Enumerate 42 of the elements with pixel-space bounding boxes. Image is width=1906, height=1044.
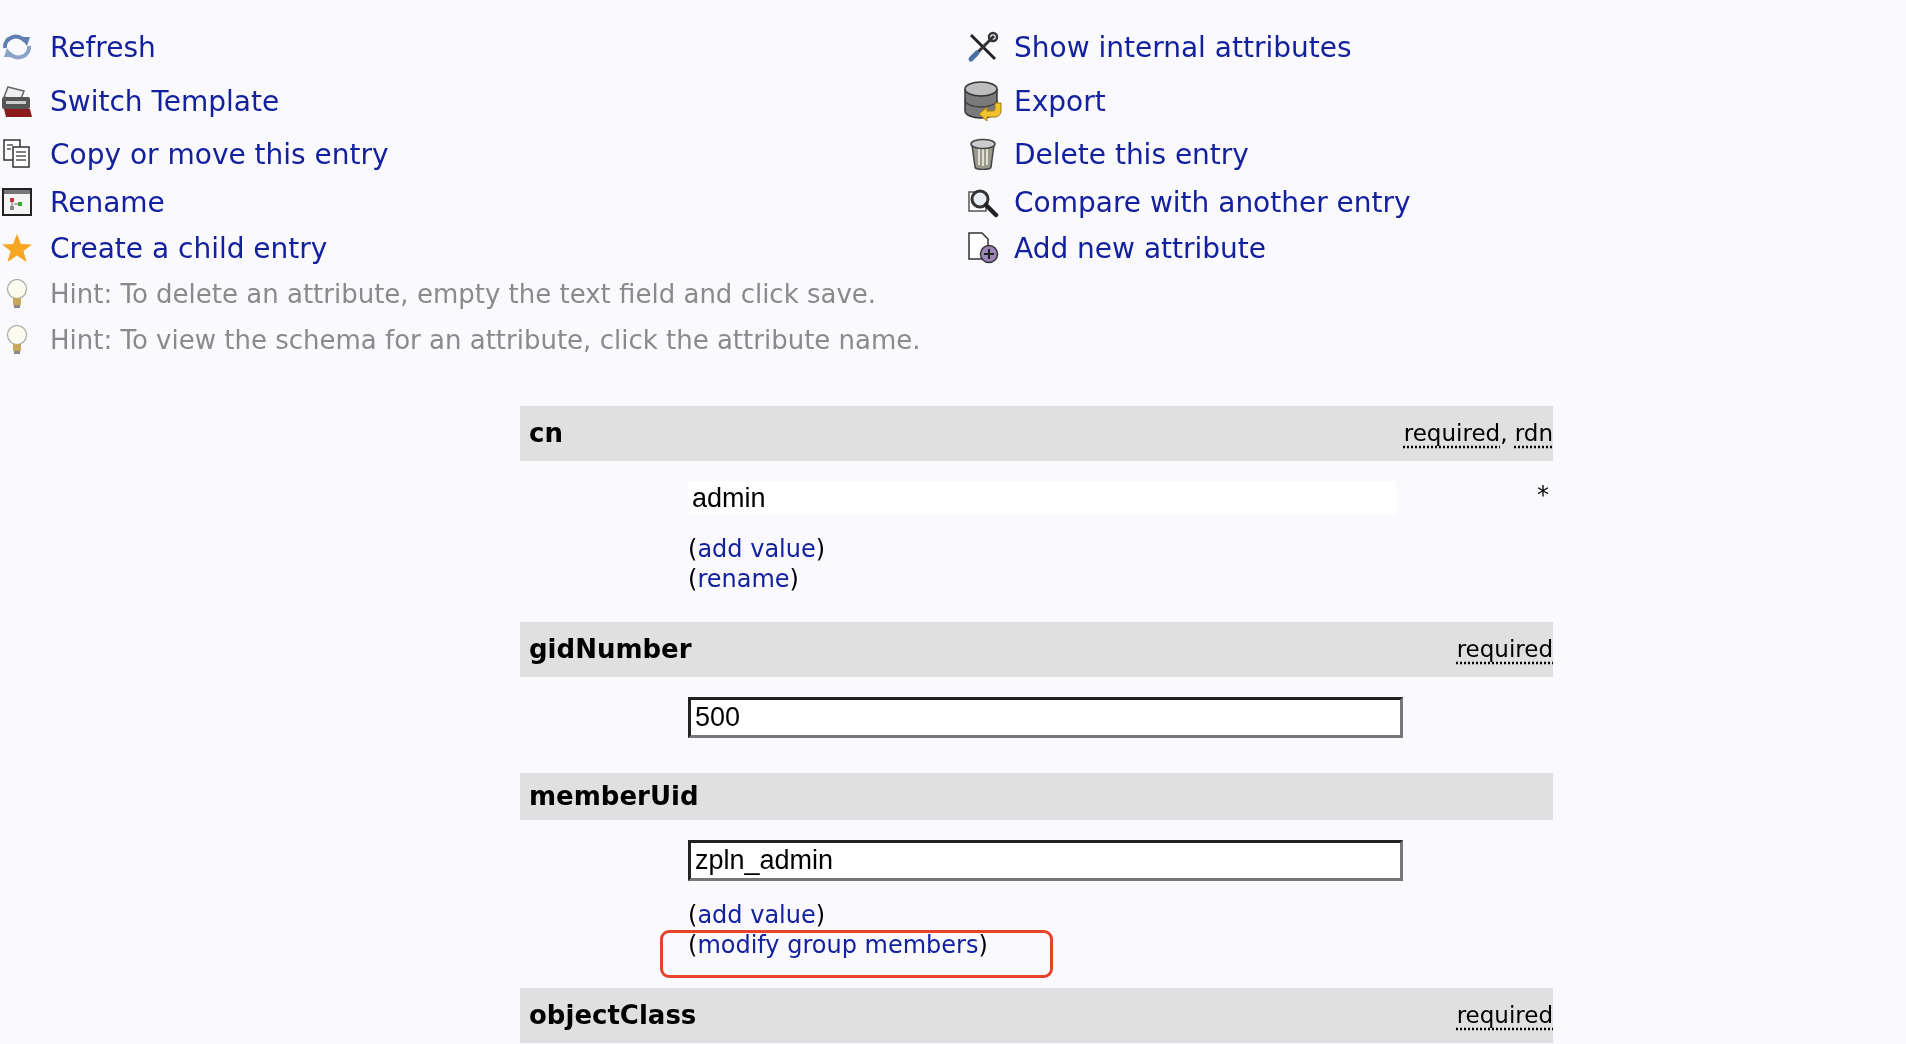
value-field[interactable]: 500 — [688, 697, 1403, 738]
value-field[interactable]: admin — [688, 481, 1396, 515]
lightbulb-icon — [6, 279, 28, 309]
attribute-flags: required, rdn — [1403, 419, 1553, 448]
window-icon — [2, 188, 32, 216]
menu-link[interactable]: Create a child entry — [50, 231, 328, 265]
menu-link[interactable]: Rename — [50, 185, 165, 219]
action-link[interactable]: rename — [697, 565, 790, 593]
attribute-name-link[interactable]: objectClass — [529, 992, 697, 1039]
action-text: (add value) — [688, 900, 826, 930]
menu-link[interactable]: Delete this entry — [1014, 137, 1249, 171]
action-link[interactable]: modify group members — [697, 931, 979, 959]
documents-icon — [3, 139, 31, 169]
circular-arrows-icon — [0, 33, 34, 61]
action-text: (rename) — [688, 564, 799, 594]
trash-can-icon — [969, 138, 997, 170]
lightbulb-icon — [6, 325, 28, 355]
action-link[interactable]: add value — [697, 901, 816, 929]
action-text: (modify group members) — [688, 930, 988, 960]
attribute-name-link[interactable]: memberUid — [529, 773, 699, 820]
action-link[interactable]: add value — [697, 535, 816, 563]
menu-link[interactable]: Switch Template — [50, 85, 280, 118]
value-field[interactable]: zpln_admin — [688, 840, 1403, 881]
star-icon — [2, 234, 32, 262]
action-text: (add value) — [688, 534, 826, 564]
tools-icon — [967, 31, 999, 63]
menu-link[interactable]: Add new attribute — [1014, 231, 1266, 265]
document-plus-icon — [967, 232, 999, 264]
database-icon — [963, 80, 1003, 123]
printer-icon — [0, 84, 34, 119]
menu-link[interactable]: Compare with another entry — [1014, 185, 1411, 219]
menu-link[interactable]: Export — [1014, 85, 1106, 118]
required-marker: * — [1537, 481, 1550, 509]
attribute-flags: required — [1456, 1001, 1553, 1030]
attribute-name-link[interactable]: cn — [529, 410, 563, 457]
hint-text: Hint: To delete an attribute, empty the text field and click save. — [50, 279, 877, 309]
menu-link[interactable]: Refresh — [50, 30, 156, 64]
attribute-flags: required — [1456, 635, 1553, 664]
menu-link[interactable]: Show internal attributes — [1014, 30, 1352, 64]
attribute-name-link[interactable]: gidNumber — [529, 626, 692, 673]
menu-link[interactable]: Copy or move this entry — [50, 137, 389, 171]
hint-text: Hint: To view the schema for an attribute, click the attribute name. — [50, 325, 921, 355]
